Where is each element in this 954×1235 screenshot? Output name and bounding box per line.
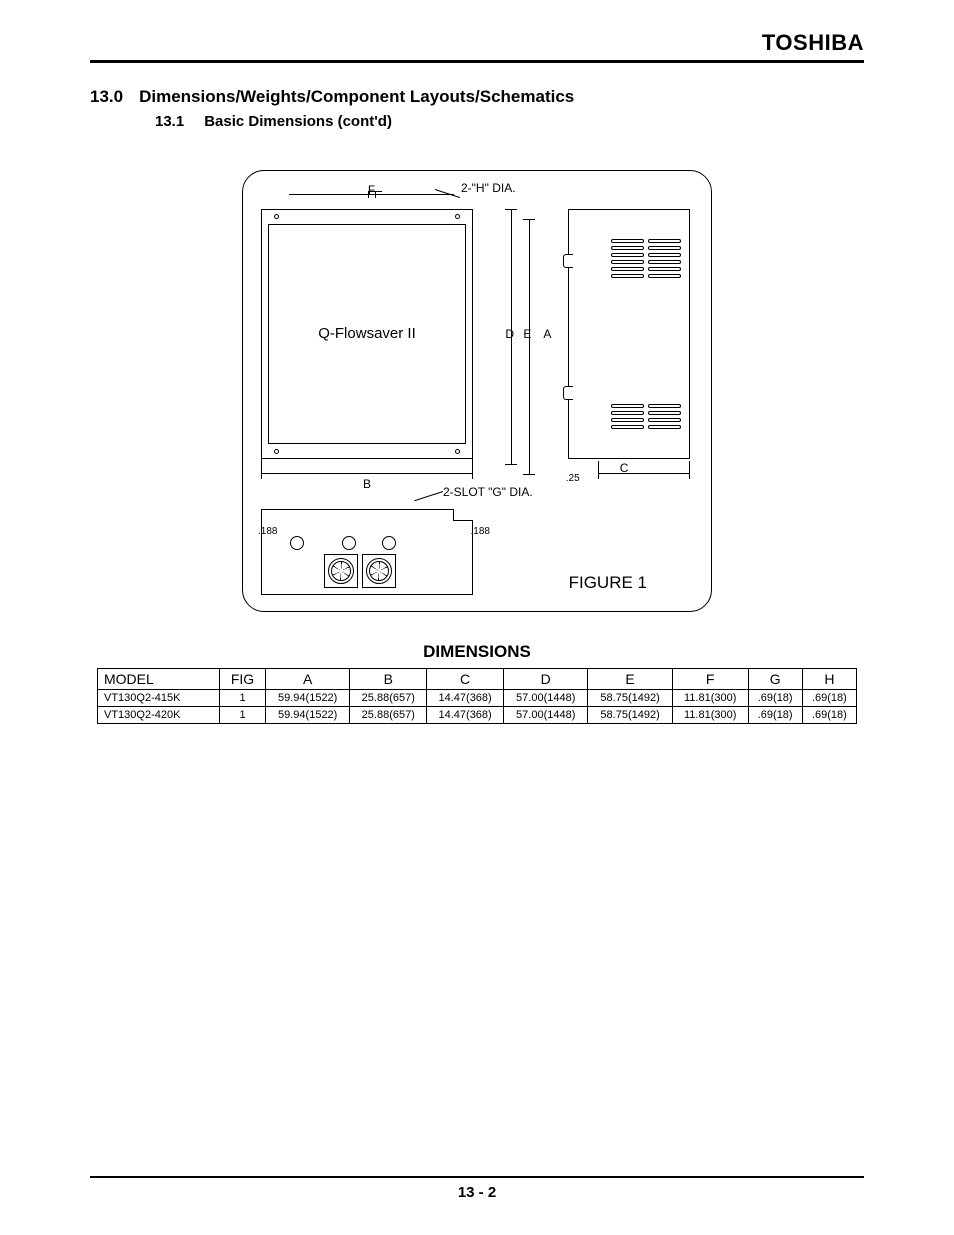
figure-caption: FIGURE 1 xyxy=(569,573,647,593)
cell-G: .69(18) xyxy=(748,690,802,707)
cell-C: 14.47(368) xyxy=(427,690,504,707)
figure-frame: F 2-"H" DIA. Q-Flowsaver II B xyxy=(242,170,712,612)
cell-H: .69(18) xyxy=(802,707,856,724)
col-B: B xyxy=(350,669,427,690)
subsection-heading: 13.1 Basic Dimensions (cont'd) xyxy=(155,113,864,130)
cell-B: 25.88(657) xyxy=(350,690,427,707)
vents-top xyxy=(611,236,681,281)
figure-1: F 2-"H" DIA. Q-Flowsaver II B xyxy=(242,170,712,612)
col-A: A xyxy=(266,669,350,690)
dimensions-table: MODEL FIG A B C D E F G H VT130Q2-415K 1… xyxy=(97,668,857,724)
page-footer: 13 - 2 xyxy=(90,1176,864,1201)
table-header-row: MODEL FIG A B C D E F G H xyxy=(98,669,857,690)
dimension-F-label: F xyxy=(289,183,454,197)
side-view: .25 C xyxy=(568,209,693,489)
table-title: DIMENSIONS xyxy=(90,642,864,662)
col-D: D xyxy=(504,669,588,690)
col-F: F xyxy=(672,669,748,690)
col-fig: FIG xyxy=(220,669,266,690)
cell-B: 25.88(657) xyxy=(350,707,427,724)
col-H: H xyxy=(802,669,856,690)
section-heading: 13.0 Dimensions/Weights/Component Layout… xyxy=(90,87,864,107)
dimensions-DEA: D E A xyxy=(505,209,549,485)
slot-g-callout: 2-SLOT "G" DIA. xyxy=(443,485,533,499)
table-row: VT130Q2-420K 1 59.94(1522) 25.88(657) 14… xyxy=(98,707,857,724)
col-C: C xyxy=(427,669,504,690)
cell-model: VT130Q2-420K xyxy=(98,707,220,724)
fan-icon xyxy=(362,554,396,588)
cell-D: 57.00(1448) xyxy=(504,690,588,707)
brand-header: TOSHIBA xyxy=(90,30,864,63)
cell-H: .69(18) xyxy=(802,690,856,707)
dim-E-text: E xyxy=(523,327,531,341)
col-E: E xyxy=(588,669,672,690)
subsection-number: 13.1 xyxy=(155,113,184,130)
cell-F: 11.81(300) xyxy=(672,690,748,707)
cell-A: 59.94(1522) xyxy=(266,707,350,724)
dim-C-text: C xyxy=(620,461,629,475)
fan-icon xyxy=(324,554,358,588)
cell-G: .69(18) xyxy=(748,707,802,724)
section-title: Dimensions/Weights/Component Layouts/Sch… xyxy=(139,87,574,107)
table-row: VT130Q2-415K 1 59.94(1522) 25.88(657) 14… xyxy=(98,690,857,707)
cell-E: 58.75(1492) xyxy=(588,707,672,724)
vents-bottom xyxy=(611,401,681,432)
dim-D-text: D xyxy=(505,327,514,341)
cell-fig: 1 xyxy=(220,690,266,707)
cell-F: 11.81(300) xyxy=(672,707,748,724)
dim-B-text: B xyxy=(261,477,473,491)
col-G: G xyxy=(748,669,802,690)
dim-188-left: .188 xyxy=(258,526,277,537)
cell-D: 57.00(1448) xyxy=(504,707,588,724)
product-label: Q-Flowsaver II xyxy=(262,325,472,342)
dim-188-right: .188 xyxy=(471,526,490,537)
front-view: F 2-"H" DIA. Q-Flowsaver II B xyxy=(261,183,487,489)
enclosure-side xyxy=(568,209,690,459)
cell-model: VT130Q2-415K xyxy=(98,690,220,707)
section-number: 13.0 xyxy=(90,87,123,107)
dimension-C: .25 C xyxy=(568,465,690,489)
cell-A: 59.94(1522) xyxy=(266,690,350,707)
cell-fig: 1 xyxy=(220,707,266,724)
dimension-B: B xyxy=(261,465,473,489)
bottom-view: .188 .188 xyxy=(261,509,473,595)
h-dia-callout: 2-"H" DIA. xyxy=(461,181,516,195)
cell-E: 58.75(1492) xyxy=(588,690,672,707)
col-model: MODEL xyxy=(98,669,220,690)
dim-25-text: .25 xyxy=(566,473,580,484)
page-number: 13 - 2 xyxy=(458,1184,496,1201)
dim-A-text: A xyxy=(543,327,551,341)
enclosure-front: Q-Flowsaver II xyxy=(261,209,473,459)
cell-C: 14.47(368) xyxy=(427,707,504,724)
subsection-title: Basic Dimensions (cont'd) xyxy=(204,113,392,130)
